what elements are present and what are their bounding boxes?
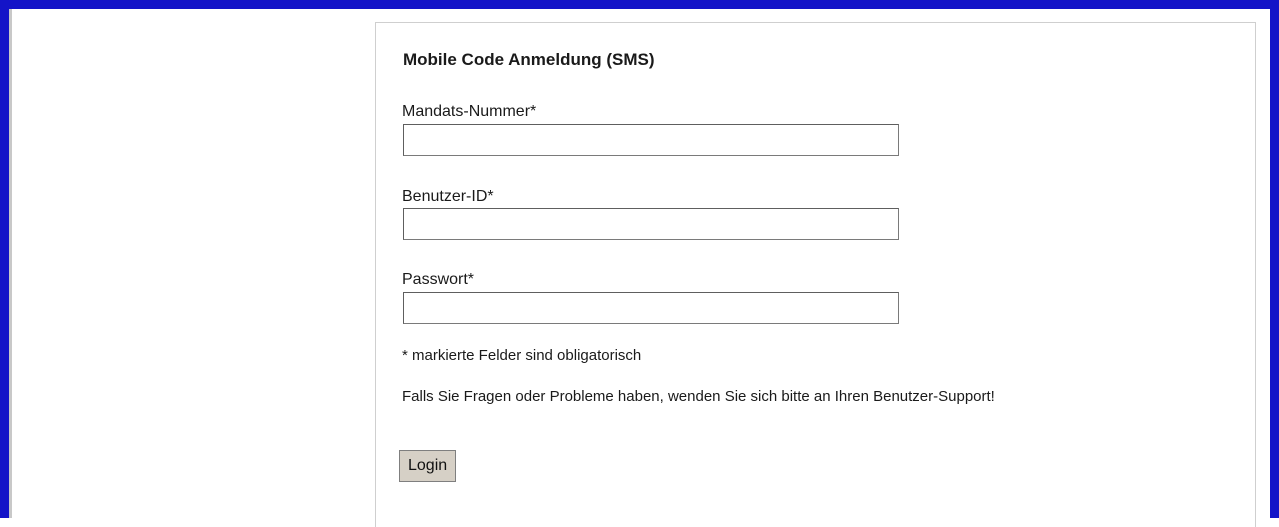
form-title: Mobile Code Anmeldung (SMS): [403, 50, 655, 69]
required-fields-note: * markierte Felder sind obligatorisch: [402, 347, 642, 364]
user-id-input[interactable]: [403, 208, 899, 240]
password-label: Passwort*: [402, 271, 475, 288]
user-id-label: Benutzer-ID*: [402, 188, 494, 205]
page-frame: Mobile Code Anmeldung (SMS) Mandats-Numm…: [0, 0, 1279, 527]
mandate-number-label: Mandats-Nummer*: [402, 103, 537, 120]
password-input[interactable]: [403, 292, 899, 324]
login-panel: Mobile Code Anmeldung (SMS) Mandats-Numm…: [375, 22, 1256, 527]
mandate-number-input[interactable]: [403, 124, 899, 156]
support-note: Falls Sie Fragen oder Probleme haben, we…: [402, 388, 995, 405]
left-divider: [9, 9, 12, 518]
login-button[interactable]: Login: [399, 450, 457, 482]
